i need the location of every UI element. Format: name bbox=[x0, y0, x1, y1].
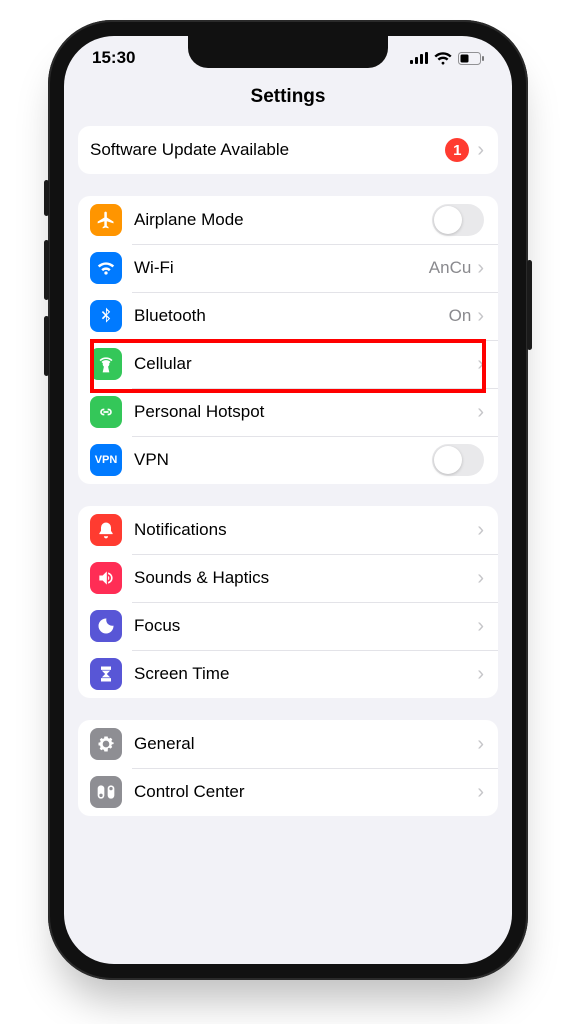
row-label: Sounds & Haptics bbox=[134, 568, 477, 588]
row-label: Control Center bbox=[134, 782, 477, 802]
focus-icon bbox=[90, 610, 122, 642]
power-button bbox=[527, 260, 532, 350]
airplane-toggle[interactable] bbox=[432, 204, 484, 236]
group-network: Airplane Mode Wi-Fi AnCu › Bluetooth bbox=[78, 196, 498, 484]
row-label: Notifications bbox=[134, 520, 477, 540]
mute-switch bbox=[44, 180, 49, 216]
sounds-icon bbox=[90, 562, 122, 594]
row-wifi[interactable]: Wi-Fi AnCu › bbox=[78, 244, 498, 292]
status-time: 15:30 bbox=[92, 48, 135, 68]
bluetooth-icon bbox=[90, 300, 122, 332]
vpn-toggle[interactable] bbox=[432, 444, 484, 476]
screen: 15:30 Settings Software Update Availa bbox=[64, 36, 512, 964]
row-personal-hotspot[interactable]: Personal Hotspot › bbox=[78, 388, 498, 436]
phone-frame: 15:30 Settings Software Update Availa bbox=[48, 20, 528, 980]
vpn-icon: VPN bbox=[90, 444, 122, 476]
cellular-icon bbox=[90, 348, 122, 380]
row-bluetooth[interactable]: Bluetooth On › bbox=[78, 292, 498, 340]
row-label: Bluetooth bbox=[134, 306, 449, 326]
volume-down-button bbox=[44, 316, 49, 376]
chevron-right-icon: › bbox=[477, 664, 484, 684]
row-label: General bbox=[134, 734, 477, 754]
row-label: Cellular bbox=[134, 354, 477, 374]
group-software-update: Software Update Available 1 › bbox=[78, 126, 498, 174]
chevron-right-icon: › bbox=[477, 734, 484, 754]
volume-up-button bbox=[44, 240, 49, 300]
row-screen-time[interactable]: Screen Time › bbox=[78, 650, 498, 698]
row-focus[interactable]: Focus › bbox=[78, 602, 498, 650]
group-general: General › Control Center › bbox=[78, 720, 498, 816]
row-cellular[interactable]: Cellular › bbox=[78, 340, 498, 388]
row-label: Focus bbox=[134, 616, 477, 636]
chevron-right-icon: › bbox=[477, 520, 484, 540]
chevron-right-icon: › bbox=[477, 782, 484, 802]
page-title: Settings bbox=[64, 86, 512, 108]
battery-icon bbox=[458, 52, 484, 65]
row-label: Airplane Mode bbox=[134, 210, 432, 230]
update-badge: 1 bbox=[445, 138, 469, 162]
gear-icon bbox=[90, 728, 122, 760]
row-software-update[interactable]: Software Update Available 1 › bbox=[78, 126, 498, 174]
notch bbox=[188, 36, 388, 68]
control-center-icon bbox=[90, 776, 122, 808]
nav-bar: Settings bbox=[64, 80, 512, 122]
row-label: Personal Hotspot bbox=[134, 402, 477, 422]
row-control-center[interactable]: Control Center › bbox=[78, 768, 498, 816]
chevron-right-icon: › bbox=[477, 354, 484, 374]
row-vpn[interactable]: VPN VPN bbox=[78, 436, 498, 484]
row-label: Software Update Available bbox=[90, 140, 445, 160]
chevron-right-icon: › bbox=[477, 568, 484, 588]
chevron-right-icon: › bbox=[477, 140, 484, 160]
row-label: VPN bbox=[134, 450, 432, 470]
wifi-icon bbox=[90, 252, 122, 284]
status-icons bbox=[410, 52, 484, 65]
group-notifications: Notifications › Sounds & Haptics › Focus… bbox=[78, 506, 498, 698]
chevron-right-icon: › bbox=[477, 258, 484, 278]
row-detail: AnCu bbox=[429, 258, 472, 278]
chevron-right-icon: › bbox=[477, 402, 484, 422]
settings-list[interactable]: Software Update Available 1 › Airplane M… bbox=[64, 126, 512, 830]
row-label: Wi-Fi bbox=[134, 258, 429, 278]
notifications-icon bbox=[90, 514, 122, 546]
cellular-signal-icon bbox=[410, 52, 428, 64]
wifi-icon bbox=[434, 52, 452, 65]
screentime-icon bbox=[90, 658, 122, 690]
chevron-right-icon: › bbox=[477, 306, 484, 326]
row-label: Screen Time bbox=[134, 664, 477, 684]
chevron-right-icon: › bbox=[477, 616, 484, 636]
hotspot-icon bbox=[90, 396, 122, 428]
row-notifications[interactable]: Notifications › bbox=[78, 506, 498, 554]
row-airplane-mode[interactable]: Airplane Mode bbox=[78, 196, 498, 244]
row-general[interactable]: General › bbox=[78, 720, 498, 768]
airplane-icon bbox=[90, 204, 122, 236]
row-sounds[interactable]: Sounds & Haptics › bbox=[78, 554, 498, 602]
row-detail: On bbox=[449, 306, 472, 326]
